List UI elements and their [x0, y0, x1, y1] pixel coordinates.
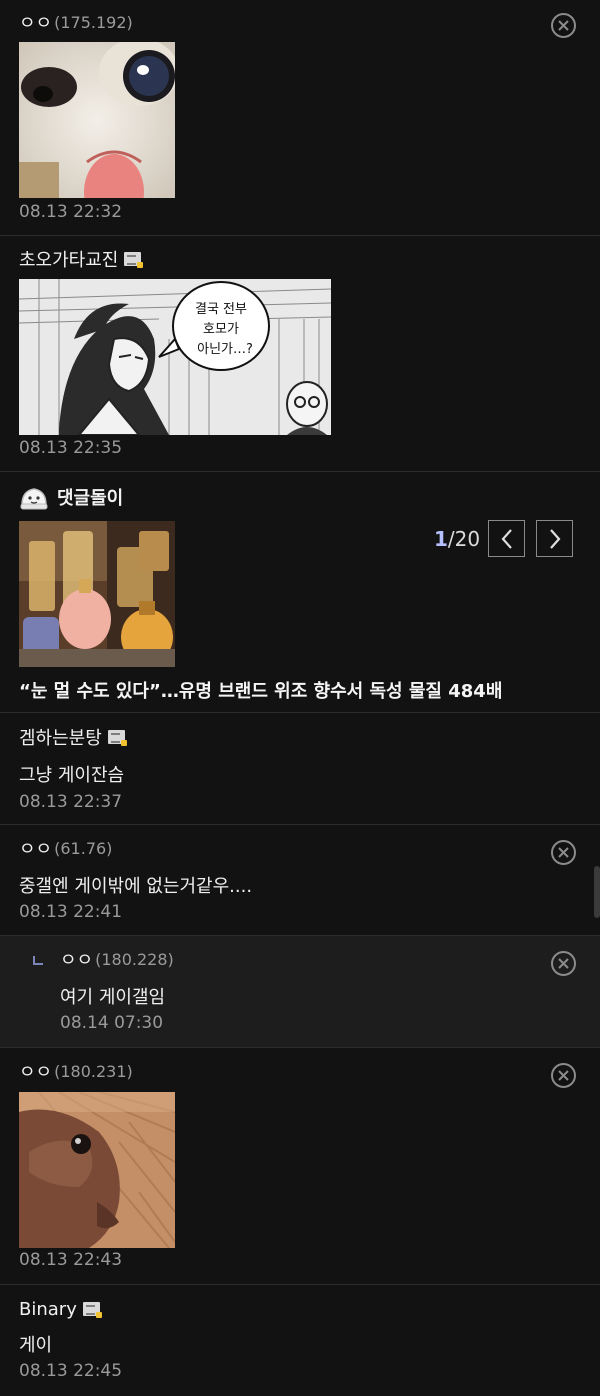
author-nickname: ㅇㅇ: [19, 1062, 53, 1083]
speech-bubble-line-3: 아닌가…?: [197, 342, 253, 357]
author-ip: (180.228): [95, 949, 174, 969]
comment-timestamp: 08.13 22:43: [19, 1250, 123, 1270]
comment-author[interactable]: 초오가타교진: [19, 246, 144, 272]
comment-text: 게이: [19, 1335, 53, 1356]
comment-timestamp: 08.13 22:37: [19, 792, 123, 812]
pager-current: 1: [434, 527, 448, 551]
author-nickname: ㅇㅇ: [19, 13, 53, 34]
comment-list: ㅇㅇ (175.192) 08.13 22:32 초오가타교진 결국 전부 호모…: [0, 0, 600, 1396]
delete-comment-button[interactable]: [551, 1063, 576, 1088]
comment-author[interactable]: Binary: [19, 1296, 102, 1322]
reply-item: ㅇㅇ (180.228) 여기 게이갤임 08.14 07:30: [0, 936, 600, 1048]
comment-text: 그냥 게이잔슴: [19, 765, 125, 786]
prev-button[interactable]: [488, 520, 525, 557]
comment-item: 초오가타교진 결국 전부 호모가 아닌가…? 08.13 22:35: [0, 236, 600, 472]
author-nickname: ㅇㅇ: [19, 839, 53, 860]
comment-text: 중갤엔 게이밖에 없는거같우....: [19, 876, 253, 897]
comment-author[interactable]: 겜하는분탕: [19, 724, 127, 750]
author-ip: (61.76): [54, 838, 113, 858]
chevron-left-icon: [501, 528, 512, 549]
comment-author[interactable]: ㅇㅇ (180.231): [19, 1058, 133, 1084]
author-ip: (175.192): [54, 12, 133, 32]
fixed-nickname-icon: [82, 1302, 102, 1318]
ad-pager: 1/20: [434, 527, 480, 551]
comment-timestamp: 08.13 22:45: [19, 1361, 123, 1381]
comment-timestamp: 08.13 22:41: [19, 902, 123, 922]
comment-timestamp: 08.13 22:32: [19, 202, 123, 222]
dumpling-bot-icon: [19, 485, 49, 511]
scrollbar-thumb[interactable]: [594, 866, 600, 918]
fixed-nickname-icon: [124, 252, 144, 268]
ad-thumbnail[interactable]: [19, 521, 175, 667]
comment-image-seal[interactable]: [19, 1092, 175, 1248]
ad-headline-link[interactable]: “눈 멀 수도 있다”…유명 브랜드 위조 향수서 독성 물질 484배: [19, 677, 502, 703]
author-nickname: Binary: [19, 1298, 77, 1320]
delete-comment-button[interactable]: [551, 13, 576, 38]
pager-total: /20: [447, 527, 481, 551]
close-icon: [558, 20, 569, 31]
comment-item: 겜하는분탕 그냥 게이잔슴 08.13 22:37: [0, 713, 600, 825]
close-icon: [558, 958, 569, 969]
comment-author[interactable]: ㅇㅇ (61.76): [19, 835, 112, 861]
comment-text: 여기 게이갤임: [60, 987, 166, 1008]
author-nickname: 초오가타교진: [19, 250, 119, 271]
speech-bubble-line-2: 호모가: [203, 322, 239, 337]
comment-item: Binary 게이 08.13 22:45: [0, 1285, 600, 1396]
comment-item: ㅇㅇ (61.76) 중갤엔 게이밖에 없는거같우.... 08.13 22:41: [0, 825, 600, 936]
fixed-nickname-icon: [107, 730, 127, 746]
author-ip: (180.231): [54, 1061, 133, 1081]
comment-author[interactable]: ㅇㅇ (180.228): [60, 946, 174, 972]
comment-image-manga[interactable]: 결국 전부 호모가 아닌가…?: [19, 279, 331, 435]
chevron-right-icon: [549, 528, 560, 549]
comment-timestamp: 08.14 07:30: [60, 1013, 164, 1033]
reply-arrow-icon: [33, 956, 43, 965]
author-nickname: 겜하는분탕: [19, 728, 102, 749]
comment-item: ㅇㅇ (180.231) 08.13 22:43: [0, 1048, 600, 1285]
comment-author[interactable]: ㅇㅇ (175.192): [19, 9, 133, 35]
delete-comment-button[interactable]: [551, 951, 576, 976]
close-icon: [558, 1070, 569, 1081]
comment-timestamp: 08.13 22:35: [19, 438, 123, 458]
comment-item: ㅇㅇ (175.192) 08.13 22:32: [0, 0, 600, 236]
author-nickname: ㅇㅇ: [60, 950, 94, 971]
close-icon: [558, 847, 569, 858]
ad-title: 댓글돌이: [57, 488, 124, 509]
next-button[interactable]: [536, 520, 573, 557]
delete-comment-button[interactable]: [551, 840, 576, 865]
comment-image-dog[interactable]: [19, 42, 175, 198]
speech-bubble-line-1: 결국 전부: [195, 302, 247, 317]
